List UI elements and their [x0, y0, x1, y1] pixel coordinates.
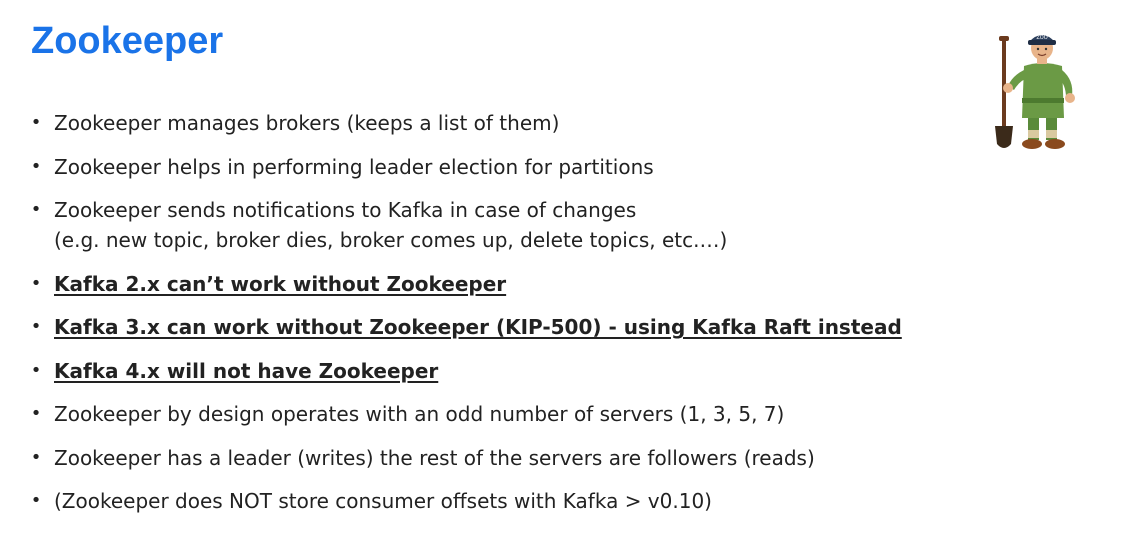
cap-text: ZOO — [1036, 35, 1047, 41]
bullet-list: • Zookeeper manages brokers (keeps a list… — [30, 108, 1030, 530]
list-item: • (Zookeeper does NOT store consumer offs… — [30, 486, 1030, 516]
bullet-text: Zookeeper helps in performing leader ele… — [54, 154, 654, 179]
bullet-text: (e.g. new topic, broker dies, broker com… — [54, 228, 728, 252]
bullet-glyph: • — [30, 316, 42, 337]
bullet-glyph: • — [30, 199, 42, 220]
bullet-text: Kafka 2.x can’t work without Zookeeper — [54, 271, 507, 296]
list-item: • Zookeeper sends notifications to Kafka … — [30, 195, 1030, 255]
bullet-text: Zookeeper sends notifications to Kafka i… — [54, 198, 637, 222]
list-item: • Kafka 4.x will not have Zookeeper — [30, 356, 1030, 386]
bullet-glyph: • — [30, 359, 42, 381]
bullet-text: Zookeeper by design operates with an odd… — [54, 402, 785, 426]
slide-title: Zookeeper — [31, 20, 224, 62]
bullet-glyph: • — [30, 490, 42, 511]
bullet-text: Kafka 3.x can work without Zookeeper (KI… — [54, 315, 902, 339]
bullet-glyph: • — [30, 403, 42, 424]
list-item: • Zookeeper by design operates with an od… — [30, 399, 1030, 429]
list-item: • Kafka 3.x can work without Zookeeper (K… — [30, 312, 1030, 342]
bullet-glyph: • — [30, 112, 42, 133]
list-item: • Zookeeper helps in performing leader el… — [30, 152, 1030, 182]
list-item: • Zookeeper manages brokers (keeps a list… — [30, 108, 1030, 138]
bullet-text: Zookeeper has a leader (writes) the rest… — [54, 445, 815, 470]
list-item: • Kafka 2.x can’t work without Zookeeper — [30, 269, 1030, 299]
bullet-text: (Zookeeper does NOT store consumer offse… — [54, 489, 712, 513]
bullet-glyph: • — [30, 155, 42, 177]
bullet-glyph: • — [30, 272, 42, 294]
bullet-glyph: • — [30, 446, 42, 468]
bullet-text: Kafka 4.x will not have Zookeeper — [54, 358, 439, 383]
list-item: • Zookeeper has a leader (writes) the res… — [30, 443, 1030, 473]
bullet-text: Zookeeper manages brokers (keeps a list … — [54, 111, 560, 135]
